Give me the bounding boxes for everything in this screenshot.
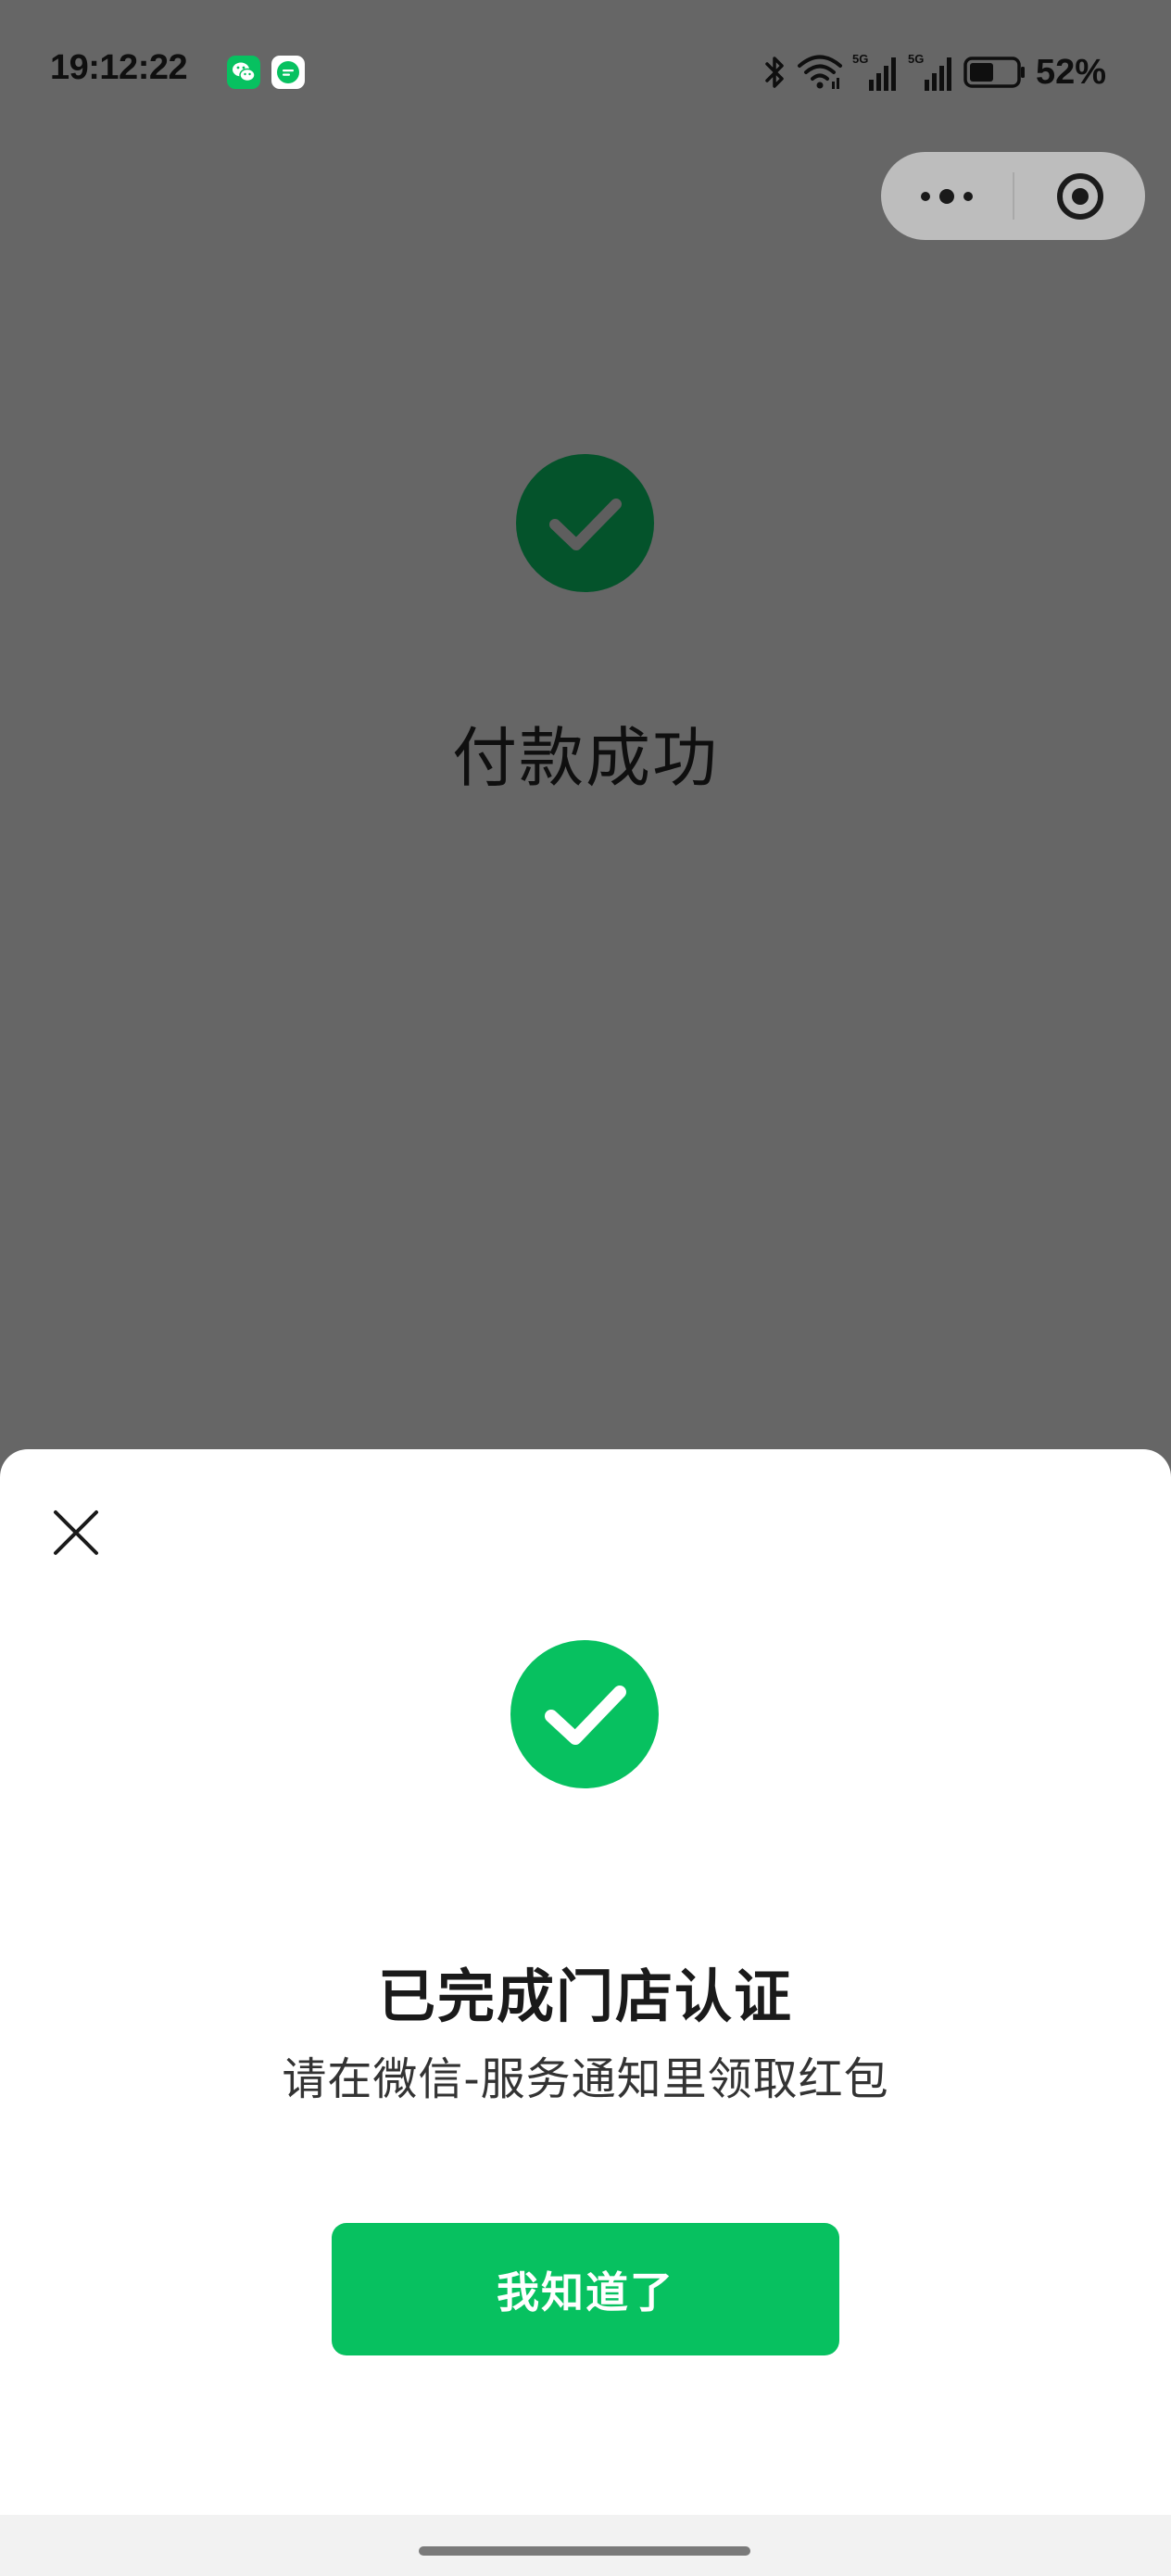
wechat-icon [227,56,260,89]
status-indicators: 5G 5G 52% [763,46,1106,98]
mini-program-capsule [881,152,1145,240]
message-icon [271,56,305,89]
battery-icon [963,57,1025,88]
payment-success-title: 付款成功 [452,720,719,796]
status-time: 19:12:22 [50,48,188,87]
close-mini-program-button[interactable] [1014,152,1145,240]
more-dots-icon [921,188,973,204]
sheet-subtitle: 请在微信-服务通知里领取红包 [282,2053,889,2105]
payment-success-icon [516,454,654,592]
record-circle-icon [1056,172,1103,220]
confirm-button[interactable]: 我知道了 [332,2223,839,2355]
verification-sheet: 已完成门店认证 请在微信-服务通知里领取红包 我知道了 [0,1449,1171,2515]
signal-5g-icon: 5G [852,52,896,91]
bluetooth-icon [765,57,784,88]
wifi-icon [797,55,842,89]
more-button[interactable] [881,152,1013,240]
close-icon [54,1510,98,1555]
signal-5g-icon: 5G [908,52,951,91]
svg-text:5G: 5G [852,52,868,66]
check-icon [549,499,622,550]
sheet-close-button[interactable] [48,1505,104,1560]
check-icon [545,1686,626,1745]
home-bar-area [0,2515,1171,2576]
home-indicator[interactable] [419,2546,750,2556]
verification-success-icon [510,1640,659,1788]
sheet-title: 已完成门店认证 [377,1963,793,2030]
battery-percent: 52% [1035,52,1106,92]
status-bar: 19:12:22 5G 5G 52% [0,0,1171,139]
svg-text:5G: 5G [908,52,924,66]
